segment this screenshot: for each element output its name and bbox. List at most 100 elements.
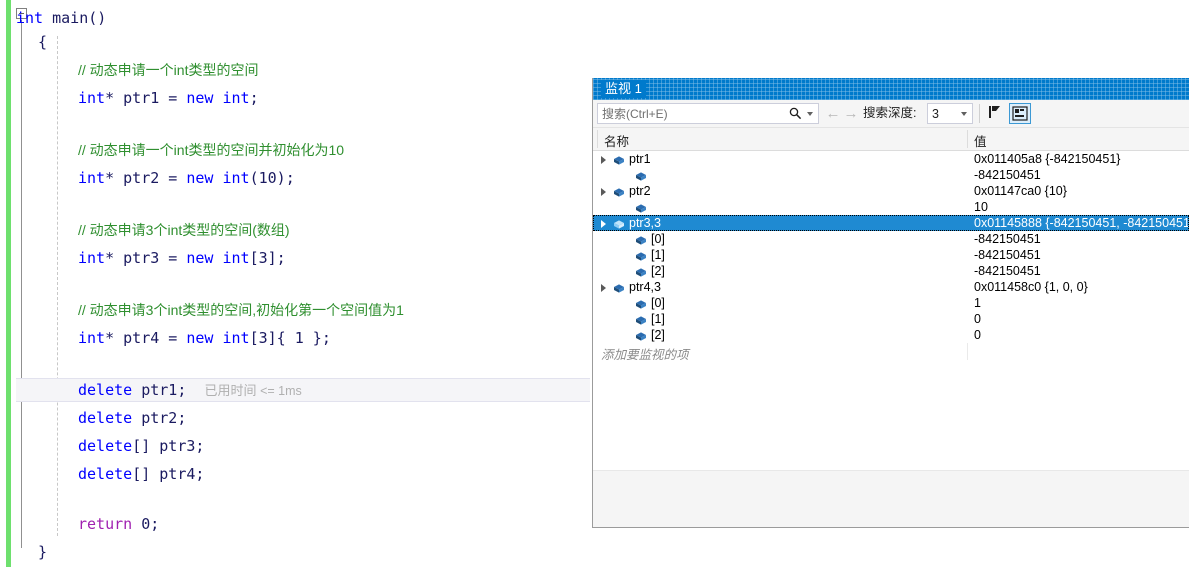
code-token: delete <box>78 381 133 399</box>
watch-row[interactable]: [0] 1 <box>593 295 1189 311</box>
watch-item-value[interactable]: -842150451 <box>974 264 1188 278</box>
watch-item-value[interactable]: 0x01147ca0 {10} <box>974 184 1188 198</box>
watch-item-name: [0] <box>651 232 665 246</box>
watch-item-name: [0] <box>651 296 665 310</box>
code-token: ptr1; <box>132 381 205 399</box>
code-line: } <box>38 540 47 564</box>
watch-item-value[interactable]: 0 <box>974 328 1188 342</box>
perftip-value: <= 1ms <box>260 384 302 398</box>
code-line: delete[] ptr3; <box>78 434 204 458</box>
watch-row[interactable]: ptr4,3 0x011458c0 {1, 0, 0} <box>593 279 1189 295</box>
titlebar-dot-texture <box>593 78 1189 100</box>
watch-item-value[interactable]: 10 <box>974 200 1188 214</box>
watch-item-value[interactable]: -842150451 <box>974 248 1188 262</box>
code-token: new <box>186 169 214 187</box>
code-token: delete <box>78 409 133 427</box>
code-token: int <box>78 329 106 347</box>
code-token: ; <box>249 89 259 107</box>
navigate-forward-icon[interactable]: → <box>843 105 859 122</box>
variable-icon <box>613 282 625 293</box>
code-token: // 动态申请一个int类型的空间 <box>78 62 259 78</box>
watch-window-panel[interactable]: 监视 1 搜索(Ctrl+E) ← → 搜索深度: 3 名称 值 ptr1 0x… <box>592 78 1189 528</box>
add-watch-placeholder: 添加要监视的项 <box>601 348 689 362</box>
watch-row[interactable]: [2] 0 <box>593 327 1189 343</box>
variable-icon <box>635 330 647 341</box>
chevron-down-icon[interactable] <box>961 112 967 116</box>
expand-collapse-arrow-icon[interactable] <box>601 188 606 196</box>
code-token: int <box>78 89 106 107</box>
watch-row[interactable]: ptr1 0x011405a8 {-842150451} <box>593 151 1189 167</box>
watch-item-value[interactable]: 0x011458c0 {1, 0, 0} <box>974 280 1188 294</box>
code-token: * ptr4 = <box>105 329 187 347</box>
watch-item-name: ptr3,3 <box>629 216 661 230</box>
navigate-back-icon[interactable]: ← <box>825 105 841 122</box>
column-header-name[interactable]: 名称 <box>604 131 629 150</box>
variable-icon <box>613 154 625 165</box>
code-line: // 动态申请3个int类型的空间,初始化第一个空间值为1 <box>78 298 404 322</box>
variable-icon <box>613 218 625 229</box>
code-line: return 0; <box>78 512 159 536</box>
code-token: } <box>38 543 48 561</box>
watch-row[interactable]: [0] -842150451 <box>593 231 1189 247</box>
toolbar-divider <box>979 104 980 123</box>
watch-item-value[interactable]: -842150451 <box>974 168 1188 182</box>
watch-item-value[interactable]: 0x011405a8 {-842150451} <box>974 152 1188 166</box>
watch-window-titlebar[interactable]: 监视 1 <box>593 78 1189 100</box>
code-line: // 动态申请一个int类型的空间 <box>78 58 258 82</box>
watch-empty-area <box>593 470 1189 527</box>
watch-row[interactable]: [1] 0 <box>593 311 1189 327</box>
code-token: int <box>222 329 250 347</box>
hex-display-icon[interactable] <box>1009 103 1031 124</box>
watch-item-name: [2] <box>651 328 665 342</box>
variable-icon <box>635 170 647 181</box>
add-watch-item-row[interactable]: 添加要监视的项 <box>593 343 1189 362</box>
search-options-chevron-down-icon[interactable] <box>807 112 813 116</box>
search-input[interactable]: 搜索(Ctrl+E) <box>597 103 819 124</box>
current-code-line: delete ptr1; 已用时间 <= 1ms <box>78 378 302 402</box>
watch-rows-container[interactable]: ptr1 0x011405a8 {-842150451} -842150451 ptr… <box>593 151 1189 527</box>
code-line: int* ptr3 = new int[3]; <box>78 246 286 270</box>
pin-filter-icon[interactable] <box>985 103 1007 124</box>
code-line: { <box>38 30 47 54</box>
perftip-elapsed-time[interactable]: 已用时间 <= 1ms <box>204 383 302 398</box>
watch-row[interactable]: 10 <box>593 199 1189 215</box>
variable-icon <box>635 234 647 245</box>
watch-item-value[interactable]: 0 <box>974 312 1188 326</box>
watch-row-selected[interactable]: ptr3,3 0x01145888 {-842150451, -842150451… <box>593 215 1189 231</box>
watch-column-headers: 名称 值 <box>593 128 1189 151</box>
variable-icon <box>635 202 647 213</box>
code-line: // 动态申请3个int类型的空间(数组) <box>78 218 290 242</box>
expand-collapse-arrow-icon[interactable] <box>601 284 606 292</box>
code-token: [3]; <box>249 249 286 267</box>
code-line: // 动态申请一个int类型的空间并初始化为10 <box>78 138 344 162</box>
code-token: [] ptr3; <box>132 437 205 455</box>
column-header-value[interactable]: 值 <box>974 131 987 150</box>
code-token: int <box>222 89 250 107</box>
search-depth-input[interactable]: 3 <box>927 103 973 124</box>
code-token: new <box>186 249 214 267</box>
code-line: int main() <box>16 6 106 30</box>
search-depth-label: 搜索深度: <box>863 106 917 120</box>
watch-item-value[interactable]: 1 <box>974 296 1188 310</box>
expand-collapse-arrow-icon[interactable] <box>601 220 606 228</box>
code-line: int* ptr2 = new int(10); <box>78 166 295 190</box>
watch-row[interactable]: [1] -842150451 <box>593 247 1189 263</box>
variable-icon <box>635 314 647 325</box>
watch-row[interactable]: [2] -842150451 <box>593 263 1189 279</box>
watch-row[interactable]: -842150451 <box>593 167 1189 183</box>
watch-item-value[interactable]: 0x01145888 {-842150451, -842150451, -842 <box>974 216 1188 230</box>
code-token: new <box>186 89 214 107</box>
expand-collapse-arrow-icon[interactable] <box>601 156 606 164</box>
code-token: return <box>78 515 133 533</box>
variable-icon <box>613 186 625 197</box>
changed-lines-margin <box>6 0 11 567</box>
watch-row[interactable]: ptr2 0x01147ca0 {10} <box>593 183 1189 199</box>
watch-item-name: ptr2 <box>629 184 651 198</box>
watch-toolbar[interactable]: 搜索(Ctrl+E) ← → 搜索深度: 3 <box>593 100 1189 128</box>
code-token: * ptr3 = <box>105 249 187 267</box>
watch-item-value[interactable]: -842150451 <box>974 232 1188 246</box>
column-divider[interactable] <box>967 130 968 148</box>
